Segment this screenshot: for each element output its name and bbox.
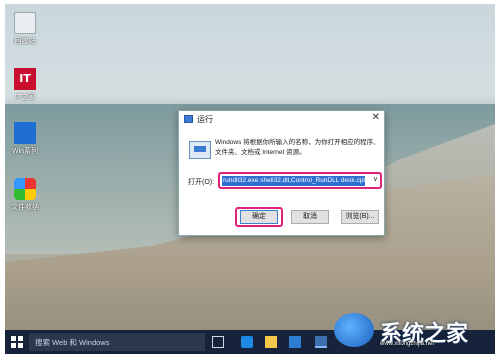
desktop-icon-label: Win系列 — [11, 148, 39, 155]
desktop-icon-files[interactable]: 文件收纳 — [8, 178, 42, 212]
ok-button[interactable]: 确定 — [240, 210, 278, 224]
open-command-input[interactable]: rundll32.exe shell32.dll,Control_RunDLL … — [218, 172, 382, 189]
task-view-icon[interactable] — [212, 336, 224, 348]
run-app-icon — [184, 115, 193, 123]
desktop-icon-win-series[interactable]: Win系列 — [8, 122, 42, 156]
desktop-icon-label: 回收站 — [14, 38, 36, 45]
it-home-icon: IT — [14, 68, 36, 90]
desktop-icon-label: IT之家 — [14, 94, 36, 101]
dialog-titlebar[interactable]: 运行 ✕ — [179, 111, 384, 127]
cancel-button[interactable]: 取消 — [291, 210, 329, 224]
file-explorer-icon[interactable] — [265, 336, 277, 348]
browse-button[interactable]: 浏览(B)... — [341, 210, 379, 224]
open-label: 打开(O): — [188, 179, 215, 186]
run-taskbar-icon[interactable] — [315, 336, 327, 348]
close-icon[interactable]: ✕ — [372, 112, 380, 123]
run-program-icon — [189, 141, 211, 159]
desktop-icon-label: 文件收纳 — [11, 204, 39, 211]
search-placeholder: 搜索 Web 和 Windows — [35, 338, 110, 347]
edge-browser-icon[interactable] — [241, 336, 253, 348]
windows-icon — [14, 122, 36, 144]
screenshot-frame: 回收站 IT IT之家 Win系列 文件收纳 运行 ✕ Windows 将根据你… — [0, 0, 500, 357]
dialog-description: Windows 将根据你所输入的名称，为你打开相应的程序、文件夹、文档或 Int… — [215, 139, 380, 156]
watermark-logo-icon — [334, 313, 374, 347]
pinwheel-icon — [14, 178, 36, 200]
watermark-url: www.xitongzhijia.net — [380, 341, 435, 347]
desktop-icon-it-home[interactable]: IT IT之家 — [8, 68, 42, 102]
search-box[interactable]: 搜索 Web 和 Windows — [29, 333, 205, 351]
store-icon[interactable] — [289, 336, 301, 348]
run-dialog: 运行 ✕ Windows 将根据你所输入的名称，为你打开相应的程序、文件夹、文档… — [178, 110, 385, 236]
desktop-icon-recycle-bin[interactable]: 回收站 — [8, 12, 42, 46]
dialog-title: 运行 — [197, 115, 213, 124]
recycle-bin-icon — [14, 12, 36, 34]
chevron-down-icon[interactable]: ∨ — [373, 175, 378, 183]
watermark: 系统之家 www.xitongzhijia.net — [328, 307, 498, 355]
open-command-value: rundll32.exe shell32.dll,Control_RunDLL … — [222, 176, 365, 186]
start-icon[interactable] — [11, 336, 23, 348]
